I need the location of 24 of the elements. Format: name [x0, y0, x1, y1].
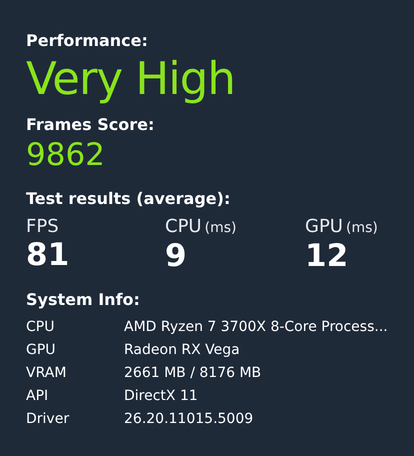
metric-unit: (ms)	[346, 219, 378, 238]
section-heading: Test results (average):	[26, 188, 230, 210]
frames-score: 9862	[26, 136, 105, 174]
info-value: 26.20.11015.5009	[124, 410, 254, 429]
metric-label: GPU	[305, 216, 343, 238]
info-label: API	[26, 387, 50, 406]
info-value: DirectX 11	[124, 387, 199, 406]
metric-value: 12	[305, 239, 348, 273]
info-label: VRAM	[26, 364, 68, 383]
metric-label: CPU	[165, 216, 202, 238]
metric-value: 81	[26, 238, 70, 272]
info-label: Driver	[26, 410, 70, 429]
info-label: GPU	[26, 341, 57, 360]
metric-label: FPS	[26, 216, 59, 238]
info-label: CPU	[26, 318, 56, 337]
info-value: Radeon RX Vega	[124, 341, 241, 360]
info-value: AMD Ryzen 7 3700X 8-Core Process...	[124, 318, 389, 337]
info-value: 2661 MB / 8176 MB	[124, 364, 262, 383]
section-heading: Performance:	[26, 30, 148, 52]
metric-unit: (ms)	[204, 219, 236, 238]
section-heading: Frames Score:	[26, 114, 154, 136]
metric-value: 9	[165, 239, 187, 273]
section-heading: System Info:	[26, 289, 140, 311]
performance-rating: Very High	[26, 52, 235, 106]
